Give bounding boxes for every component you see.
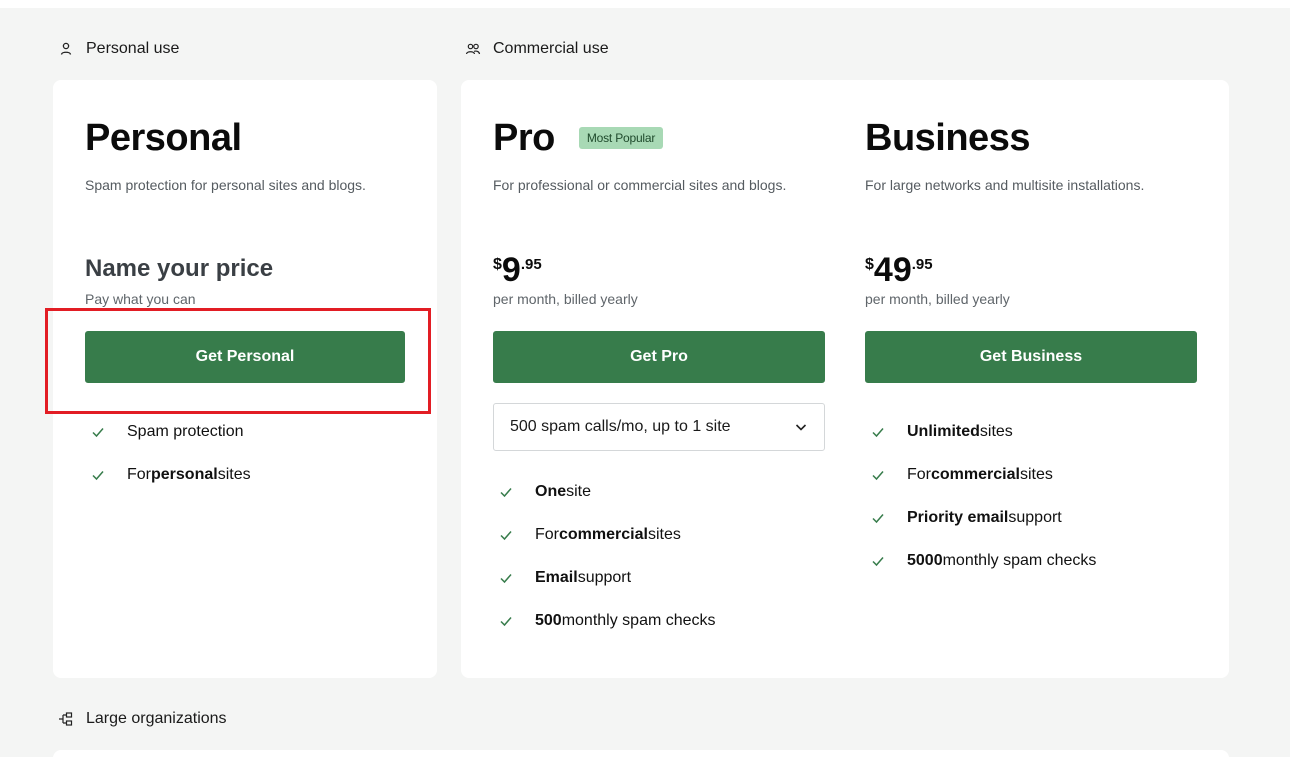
plan-description: For large networks and multisite install…	[865, 177, 1145, 193]
get-pro-button[interactable]: Get Pro	[493, 331, 825, 383]
people-icon	[465, 41, 481, 57]
plan-description: For professional or commercial sites and…	[493, 177, 787, 193]
billing-note: per month, billed yearly	[865, 291, 1010, 307]
section-label-text: Personal use	[86, 40, 180, 57]
plan-title: Pro Most Popular	[493, 116, 833, 160]
check-icon	[91, 425, 105, 439]
pro-feature-list: One site For commercial sites Email supp…	[493, 480, 716, 652]
org-chart-icon	[58, 711, 74, 727]
personal-plan-header: Personal Spam protection for personal si…	[85, 116, 415, 194]
pay-what-you-can-note: Pay what you can	[85, 291, 196, 307]
large-organizations-card	[53, 750, 1229, 760]
check-icon	[871, 554, 885, 568]
feature-item: For personal sites	[85, 463, 251, 487]
check-icon	[91, 468, 105, 482]
check-icon	[871, 425, 885, 439]
most-popular-badge: Most Popular	[578, 127, 664, 149]
feature-item: 500 monthly spam checks	[493, 609, 716, 633]
plan-title: Business	[865, 117, 1030, 159]
feature-item: For commercial sites	[493, 523, 716, 547]
check-icon	[499, 571, 513, 585]
feature-item: Email support	[493, 566, 716, 590]
check-icon	[871, 468, 885, 482]
feature-item: Spam protection	[85, 420, 251, 444]
name-your-price-heading: Name your price	[85, 255, 274, 282]
feature-item: Priority email support	[865, 506, 1096, 530]
section-label-text: Large organizations	[86, 710, 227, 727]
section-label-text: Commercial use	[493, 40, 609, 57]
business-price: $ 49 .95	[865, 251, 933, 289]
check-icon	[499, 528, 513, 542]
check-icon	[499, 614, 513, 628]
section-label-commercial-use: Commercial use	[465, 40, 609, 58]
person-icon	[58, 41, 74, 57]
dropdown-selected-value: 500 spam calls/mo, up to 1 site	[510, 418, 731, 435]
business-plan-header: Business For large networks and multisit…	[865, 116, 1205, 194]
feature-item: 5000 monthly spam checks	[865, 549, 1096, 573]
business-feature-list: Unlimited sites For commercial sites Pri…	[865, 420, 1096, 592]
pro-plan-header: Pro Most Popular For professional or com…	[493, 116, 833, 194]
check-icon	[871, 511, 885, 525]
personal-feature-list: Spam protection For personal sites	[85, 420, 251, 506]
chevron-down-icon	[794, 420, 808, 434]
check-icon	[499, 485, 513, 499]
section-label-personal-use: Personal use	[58, 40, 179, 58]
pro-price: $ 9 .95	[493, 251, 542, 289]
plan-title: Personal	[85, 117, 242, 159]
feature-item: For commercial sites	[865, 463, 1096, 487]
plan-description: Spam protection for personal sites and b…	[85, 177, 366, 193]
section-label-large-organizations: Large organizations	[58, 710, 227, 728]
get-personal-button[interactable]: Get Personal	[85, 331, 405, 383]
billing-note: per month, billed yearly	[493, 291, 638, 307]
spam-calls-dropdown[interactable]: 500 spam calls/mo, up to 1 site	[493, 403, 825, 451]
feature-item: One site	[493, 480, 716, 504]
feature-item: Unlimited sites	[865, 420, 1096, 444]
get-business-button[interactable]: Get Business	[865, 331, 1197, 383]
